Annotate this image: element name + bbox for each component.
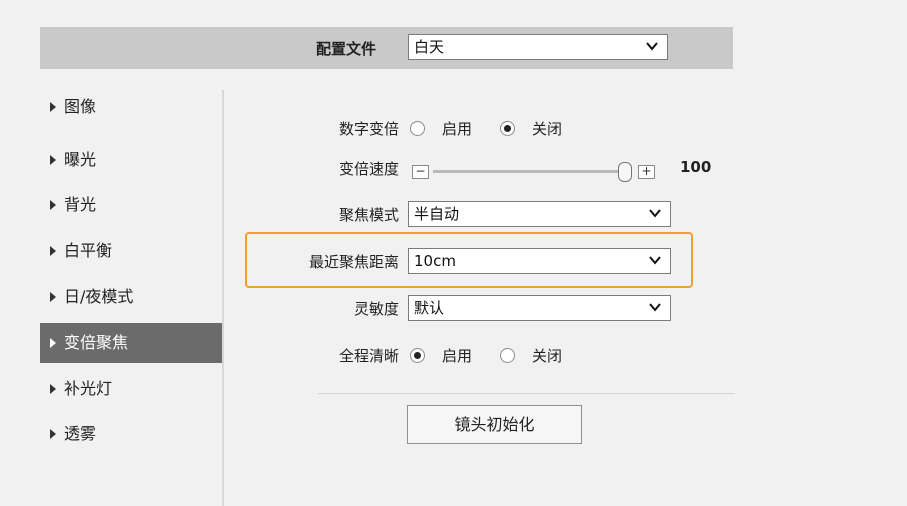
caret-right-icon — [50, 245, 56, 256]
form-divider — [318, 393, 735, 394]
digital-zoom-label: 数字变倍 — [338, 120, 399, 138]
sensitivity-select[interactable]: 默认 — [408, 295, 671, 321]
lens-init-button[interactable]: 镜头初始化 — [407, 405, 582, 444]
zoom-speed-increase-button[interactable]: + — [638, 165, 655, 179]
sidebar-item-label: 补光灯 — [64, 379, 113, 398]
focus-mode-select[interactable]: 半自动 — [408, 201, 671, 227]
min-focus-distance-value: 10cm — [414, 252, 456, 270]
sidebar-item-label: 图像 — [64, 97, 97, 116]
chevron-down-icon — [649, 303, 661, 312]
profile-label: 配置文件 — [316, 40, 377, 58]
sidebar-item-exposure[interactable]: 曝光 — [40, 140, 222, 180]
min-focus-distance-select[interactable]: 10cm — [408, 248, 671, 274]
caret-right-icon — [50, 154, 56, 165]
zoom-speed-label: 变倍速度 — [338, 160, 399, 178]
zoom-speed-slider-track[interactable] — [433, 170, 620, 173]
focus-mode-label: 聚焦模式 — [338, 206, 399, 224]
sidebar-item-label: 白平衡 — [64, 241, 113, 260]
min-focus-distance-label: 最近聚焦距离 — [308, 253, 399, 271]
zoom-speed-slider-handle[interactable] — [618, 162, 632, 182]
sensitivity-label: 灵敏度 — [353, 300, 399, 318]
caret-right-icon — [50, 383, 56, 394]
full-range-clear-on-radio[interactable] — [410, 348, 425, 363]
full-range-clear-label: 全程清晰 — [338, 347, 399, 365]
digital-zoom-off-label: 关闭 — [532, 120, 563, 138]
sidebar-item-label: 背光 — [64, 195, 97, 214]
caret-right-icon — [50, 428, 56, 439]
sidebar-item-label: 透雾 — [64, 424, 97, 443]
zoom-speed-decrease-button[interactable]: − — [412, 165, 429, 179]
chevron-down-icon — [646, 42, 658, 51]
focus-mode-value: 半自动 — [414, 205, 460, 223]
sidebar-item-defog[interactable]: 透雾 — [40, 414, 222, 454]
caret-right-icon — [50, 337, 56, 348]
sidebar-item-label: 曝光 — [64, 150, 97, 169]
sidebar-item-fill-light[interactable]: 补光灯 — [40, 369, 222, 409]
zoom-speed-value: 100 — [680, 158, 712, 176]
sensitivity-value: 默认 — [414, 299, 445, 317]
sidebar-item-white-balance[interactable]: 白平衡 — [40, 231, 222, 271]
chevron-down-icon — [649, 256, 661, 265]
digital-zoom-off-radio[interactable] — [500, 121, 515, 136]
chevron-down-icon — [649, 209, 661, 218]
profile-select-value: 白天 — [414, 38, 445, 56]
sidebar-item-day-night[interactable]: 日/夜模式 — [40, 277, 222, 317]
full-range-clear-on-label: 启用 — [442, 347, 473, 365]
sidebar-item-label: 变倍聚焦 — [64, 333, 129, 352]
profile-bar: 配置文件 白天 — [40, 27, 733, 69]
sidebar-item-image[interactable]: 图像 — [40, 87, 222, 127]
sidebar-item-label: 日/夜模式 — [64, 287, 134, 306]
digital-zoom-on-radio[interactable] — [410, 121, 425, 136]
sidebar-divider — [222, 90, 224, 506]
caret-right-icon — [50, 291, 56, 302]
caret-right-icon — [50, 199, 56, 210]
sidebar-item-backlight[interactable]: 背光 — [40, 185, 222, 225]
digital-zoom-on-label: 启用 — [442, 120, 473, 138]
profile-select[interactable]: 白天 — [408, 34, 668, 60]
full-range-clear-off-label: 关闭 — [532, 347, 563, 365]
sidebar-item-zoom-focus[interactable]: 变倍聚焦 — [40, 323, 222, 363]
caret-right-icon — [50, 101, 56, 112]
full-range-clear-off-radio[interactable] — [500, 348, 515, 363]
